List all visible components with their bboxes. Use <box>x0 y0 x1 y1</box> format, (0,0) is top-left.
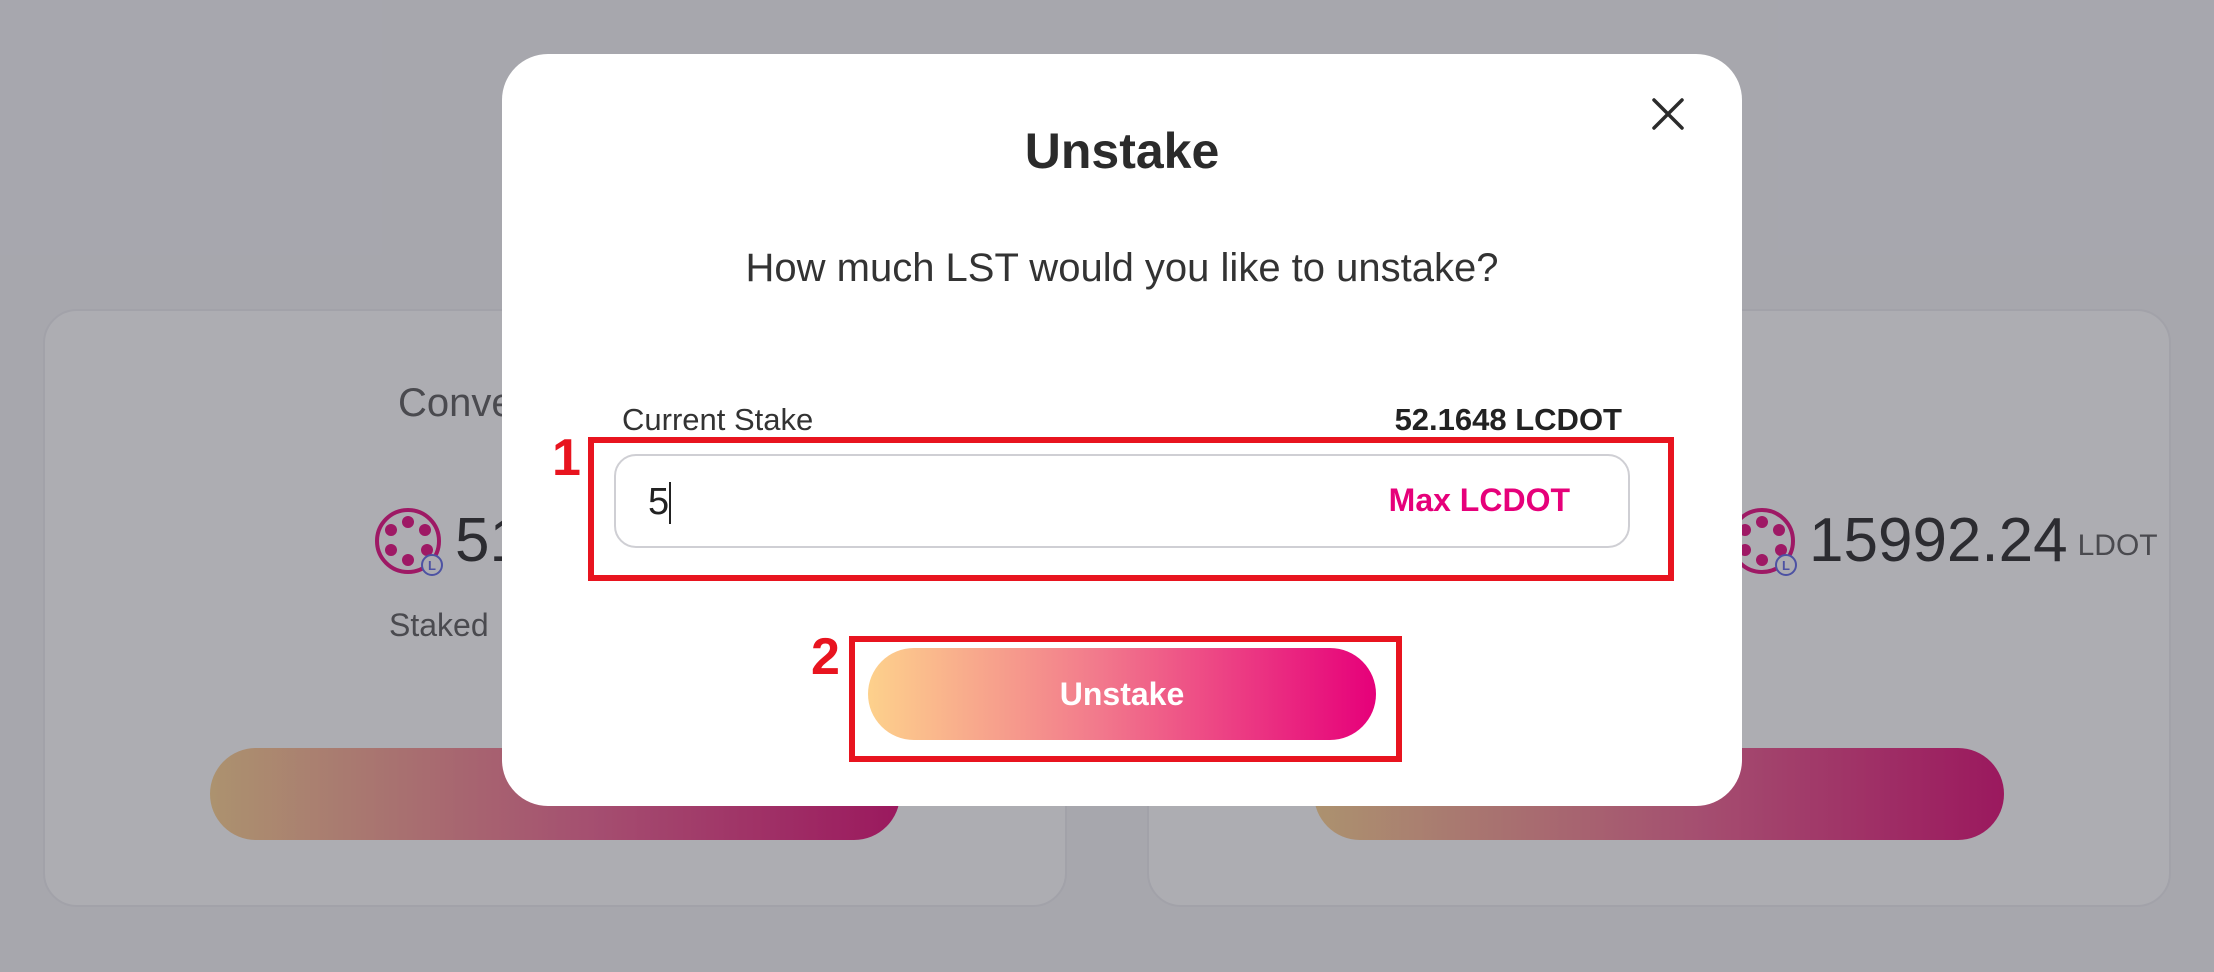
current-stake-label: Current Stake <box>622 402 814 437</box>
page: Conve L 51 Staked Un <box>0 0 2214 972</box>
annotation-label-2: 2 <box>811 628 840 686</box>
modal-question: How much LST would you like to unstake? <box>745 246 1499 290</box>
annotation-label-1: 1 <box>552 429 581 487</box>
annotation-box-2 <box>849 636 1402 762</box>
annotation-box-1 <box>588 437 1674 581</box>
current-stake-value: 52.1648 LCDOT <box>1394 402 1622 437</box>
modal-title: Unstake <box>1024 123 1220 179</box>
